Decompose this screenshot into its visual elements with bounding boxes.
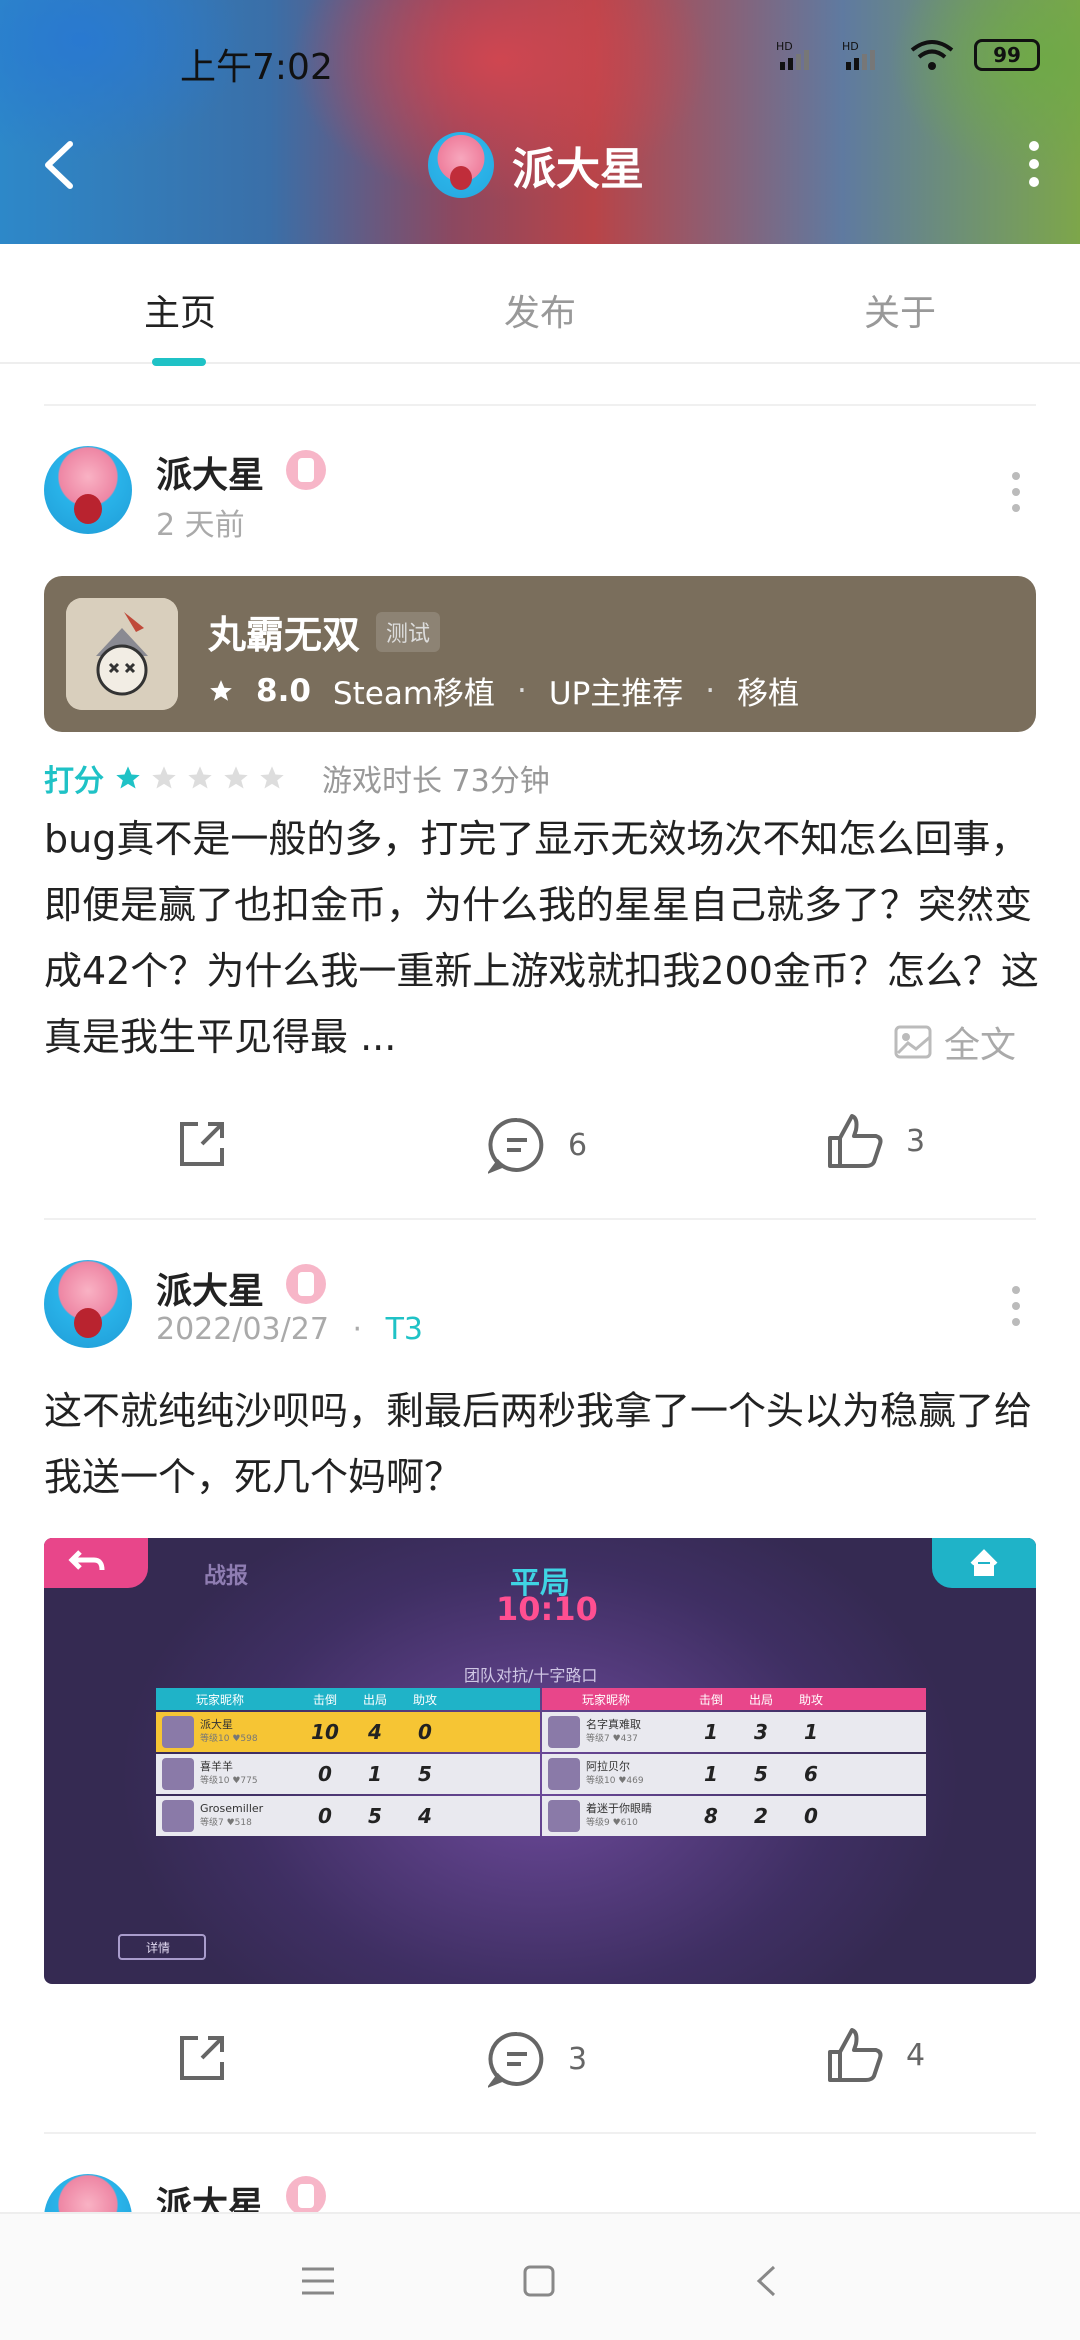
status-time: 上午7:02 (180, 47, 333, 88)
comment-button[interactable]: 3 (488, 2030, 587, 2088)
screenshot-mode: 团队对抗/十字路口 (464, 1666, 598, 1685)
post-image[interactable]: 战报 平局 10:10 团队对抗/十字路口 玩家昵称 击倒 出局 助攻 派大星等… (44, 1538, 1036, 1984)
avatar[interactable] (44, 1260, 132, 1348)
divider (44, 404, 1036, 406)
tab-about[interactable]: 关于 (720, 244, 1080, 362)
game-card[interactable]: 丸霸无双 测试 8.0 Steam移植 · UP主推荐 · 移植 (44, 576, 1036, 732)
back-icon[interactable] (754, 2264, 778, 2298)
svg-text:HD: HD (776, 40, 793, 53)
thumbs-up-icon (828, 2028, 883, 2082)
score-row: 打分 游戏时长 73分钟 (44, 756, 550, 800)
system-nav-bar (0, 2212, 1080, 2340)
game-label: Steam移植 (332, 676, 496, 712)
divider (44, 2132, 1036, 2134)
game-info-line: 8.0 Steam移植 · UP主推荐 · 移植 (208, 668, 799, 713)
star-filled-icon (116, 766, 140, 789)
like-button[interactable]: 4 (826, 2026, 925, 2084)
post-author[interactable]: 派大星 (156, 446, 264, 498)
post-time: 2 天前 (156, 508, 245, 543)
menu-icon[interactable] (300, 2266, 336, 2296)
screenshot-back-icon (44, 1538, 148, 1588)
tab-home[interactable]: 主页 (0, 244, 360, 362)
battery-icon: 99 (974, 39, 1040, 71)
player-row: 名字真难取 等级7 ♥437 1 3 1 (542, 1712, 926, 1752)
comment-button[interactable]: 6 (488, 1116, 587, 1174)
star-empty-icon (152, 766, 176, 789)
signal-icon: HD (842, 40, 875, 70)
playtime: 游戏时长 73分钟 (322, 764, 550, 799)
comment-icon (488, 2031, 544, 2088)
post-more-icon[interactable] (1012, 472, 1020, 512)
back-arrow-icon[interactable] (40, 140, 80, 190)
fulltext-link[interactable]: 全文 (879, 1016, 1016, 1068)
game-title: 丸霸无双 (208, 613, 361, 657)
tab-posts[interactable]: 发布 (360, 244, 720, 362)
game-rating: 8.0 (256, 672, 311, 709)
user-badge-icon (286, 1264, 326, 1304)
screenshot-detail-button: 详情 (118, 1934, 206, 1960)
header-title-group: 派大星 (428, 132, 644, 198)
divider (44, 1218, 1036, 1220)
team-right-header: 玩家昵称 击倒 出局 助攻 (542, 1688, 926, 1710)
active-tab-indicator (152, 358, 206, 366)
player-row: 派大星 等级10 ♥598 10 4 0 (156, 1712, 540, 1752)
star-empty-icon (224, 766, 248, 789)
status-icons: HD HD 99 (776, 38, 1040, 72)
home-square-icon[interactable] (522, 2264, 556, 2298)
more-vertical-icon[interactable] (1028, 140, 1040, 188)
team-left-table: 玩家昵称 击倒 出局 助攻 派大星 等级10 ♥598 10 4 0 喜羊羊 等级1… (156, 1688, 540, 1836)
share-icon[interactable] (174, 2030, 230, 2086)
post-meta: 2022/03/27 · T3 (156, 1312, 423, 1347)
star-empty-icon (260, 766, 284, 789)
signal-icon: HD (776, 40, 809, 70)
post-actions: 3 4 (0, 2022, 1080, 2102)
player-row: 着迷于你眼睛 等级9 ♥610 8 2 0 (542, 1796, 926, 1836)
like-count: 3 (906, 1123, 926, 1159)
svg-text:HD: HD (842, 40, 859, 53)
like-button[interactable]: 3 (826, 1112, 925, 1170)
player-row: 阿拉贝尔 等级10 ♥469 1 5 6 (542, 1754, 926, 1794)
profile-tabs: 主页 发布 关于 (0, 244, 1080, 364)
team-right-table: 玩家昵称 击倒 出局 助攻 名字真难取 等级7 ♥437 1 3 1 阿拉贝尔 等级… (542, 1688, 926, 1836)
star-icon (210, 679, 232, 701)
post-text[interactable]: 这不就纯纯沙呗吗，剩最后两秒我拿了一个头以为稳赢了给我送一个，死几个妈啊？ (44, 1378, 1044, 1510)
post-time: 2022/03/27 (156, 1312, 329, 1347)
star-rating (114, 764, 286, 792)
like-count: 4 (906, 2037, 926, 2073)
team-left-header: 玩家昵称 击倒 出局 助攻 (156, 1688, 540, 1710)
user-badge-icon (286, 2176, 326, 2216)
header-avatar (428, 132, 494, 198)
star-empty-icon (188, 766, 212, 789)
player-row: 喜羊羊 等级10 ♥775 0 1 5 (156, 1754, 540, 1794)
post-author[interactable]: 派大星 (156, 1262, 264, 1314)
post-actions: 6 3 (0, 1108, 1080, 1188)
thumbs-up-icon (828, 1114, 883, 1168)
score-label: 打分 (44, 764, 104, 799)
game-test-tag: 测试 (376, 612, 441, 652)
game-label: 移植 (737, 676, 800, 712)
game-icon (66, 598, 178, 710)
avatar[interactable] (44, 446, 132, 534)
wifi-icon (910, 40, 954, 70)
post-tag[interactable]: T3 (386, 1312, 423, 1347)
player-row: Grosemiller 等级7 ♥518 0 5 4 (156, 1796, 540, 1836)
comment-count: 3 (568, 2041, 588, 2077)
comment-count: 6 (568, 1127, 588, 1163)
page-title: 派大星 (512, 144, 644, 195)
game-label: UP主推荐 (548, 676, 684, 712)
post-more-icon[interactable] (1012, 1286, 1020, 1326)
screenshot-label: 战报 (204, 1564, 249, 1589)
comment-icon (488, 1117, 544, 1174)
screenshot-home-icon (932, 1538, 1036, 1588)
profile-header: 上午7:02 HD HD 99 派大星 (0, 0, 1080, 244)
screenshot-score: 10:10 (496, 1590, 598, 1628)
image-icon (894, 1025, 932, 1059)
user-badge-icon (286, 450, 326, 490)
share-icon[interactable] (174, 1116, 230, 1172)
